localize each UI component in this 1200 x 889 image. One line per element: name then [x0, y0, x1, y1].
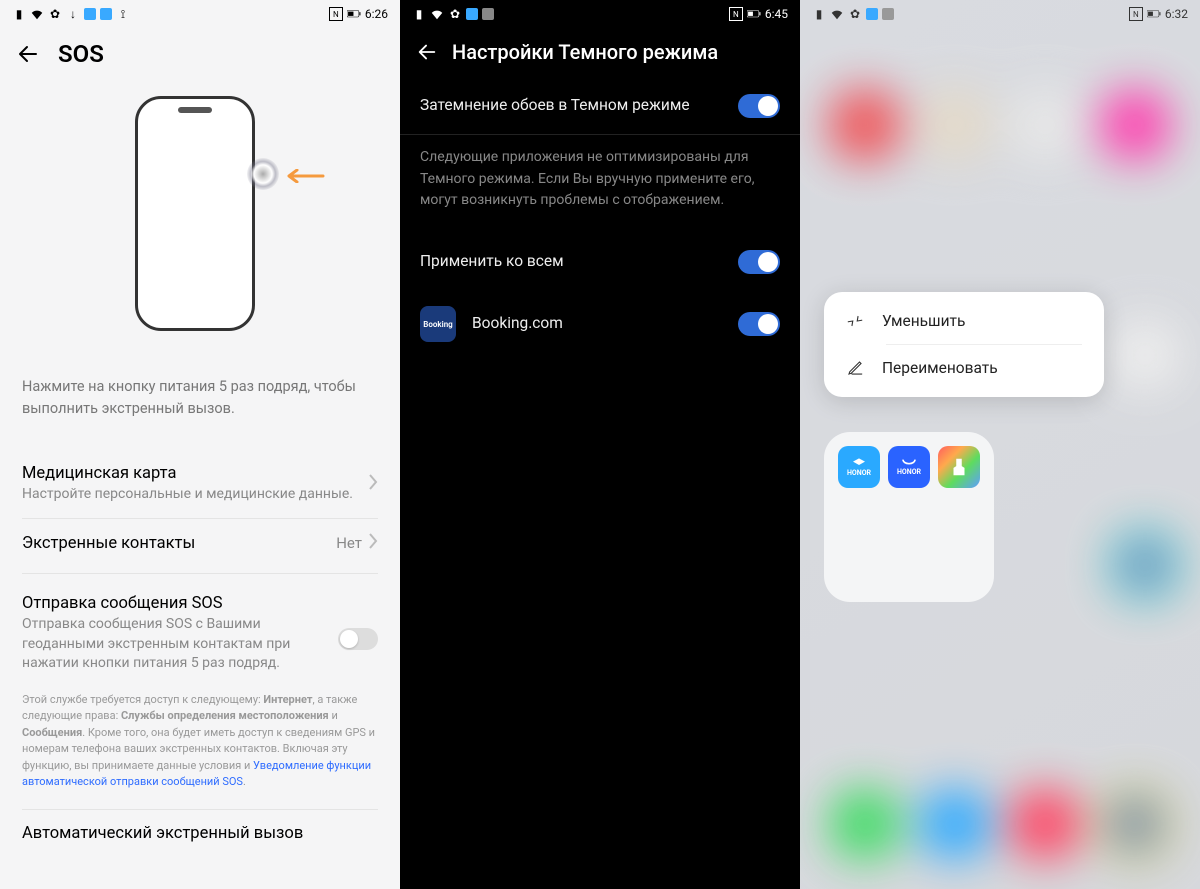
dim-wallpaper-row: Затемнение обоев в Темном режиме — [400, 78, 800, 134]
alert-icon: ▮ — [412, 7, 426, 21]
menu-rename[interactable]: Переименовать — [824, 345, 1104, 391]
medical-card-subtitle: Настройте персональные и медицинские дан… — [22, 485, 368, 505]
screen-home-folder: ▮ ✿ N 6:32 Уменьшить Переименовать — [800, 0, 1200, 889]
sos-send-subtitle: Отправка сообщения SOS с Вашими геоданны… — [22, 615, 338, 674]
clock: 6:45 — [765, 7, 788, 21]
nfc-icon: N — [1129, 7, 1143, 21]
header: Настройки Темного режима — [400, 28, 800, 78]
booking-app-icon: Booking — [420, 306, 456, 342]
auto-emergency-title: Автоматический экстренный вызов — [22, 824, 378, 843]
apply-all-label: Применить ко всем — [420, 251, 564, 273]
apply-all-toggle[interactable] — [738, 250, 780, 274]
sos-send-title: Отправка сообщения SOS — [22, 594, 338, 613]
menu-rename-label: Переименовать — [882, 359, 998, 377]
themes-app-icon[interactable] — [938, 446, 980, 488]
emergency-contacts-value: Нет — [336, 534, 362, 552]
medical-card-row[interactable]: Медицинская карта Настройте персональные… — [0, 450, 400, 519]
back-arrow-icon[interactable] — [16, 42, 40, 66]
booking-toggle[interactable] — [738, 312, 780, 336]
screen-sos: ▮ ✿ ↓ ⟟ N 6:26 SOS Нажмите на кнопку пит… — [0, 0, 400, 889]
menu-shrink-label: Уменьшить — [882, 312, 965, 330]
folder-context-menu: Уменьшить Переименовать — [824, 292, 1104, 397]
alert-icon: ▮ — [12, 7, 26, 21]
shrink-icon — [846, 312, 864, 330]
clock: 6:32 — [1165, 7, 1188, 21]
page-title: Настройки Темного режима — [452, 40, 718, 64]
nfc-icon: N — [729, 7, 743, 21]
phone-illustration — [135, 96, 265, 336]
battery-icon — [347, 7, 361, 21]
screen-dark-mode: ▮ ✿ N 6:45 Настройки Темного режима Зате… — [400, 0, 800, 889]
alert-icon: ▮ — [812, 7, 826, 21]
app1-icon — [466, 8, 478, 20]
wifi-icon — [830, 7, 844, 21]
honor-app-1-icon[interactable]: HONOR — [838, 446, 880, 488]
emergency-contacts-row[interactable]: Экстренные контакты Нет — [0, 519, 400, 567]
gear-icon: ✿ — [48, 7, 62, 21]
pencil-icon — [846, 359, 864, 377]
gear-icon: ✿ — [448, 7, 462, 21]
chevron-right-icon — [368, 474, 378, 494]
location-icon: ⟟ — [116, 7, 130, 21]
back-arrow-icon[interactable] — [416, 41, 438, 63]
app1-icon — [866, 8, 878, 20]
medical-card-title: Медицинская карта — [22, 464, 368, 483]
fine-print: Этой службе требуется доступ к следующем… — [0, 688, 400, 809]
app2-icon — [100, 8, 112, 20]
page-title: SOS — [58, 40, 104, 68]
download-icon: ↓ — [66, 7, 80, 21]
nfc-icon: N — [329, 7, 343, 21]
wifi-icon — [430, 7, 444, 21]
app2-icon — [882, 8, 894, 20]
emergency-contacts-title: Экстренные контакты — [22, 534, 336, 553]
clock: 6:26 — [365, 7, 388, 21]
honor-app-2-icon[interactable]: HONOR — [888, 446, 930, 488]
app2-icon — [482, 8, 494, 20]
menu-shrink[interactable]: Уменьшить — [824, 298, 1104, 344]
status-bar: ▮ ✿ N 6:45 — [400, 0, 800, 28]
wifi-icon — [30, 7, 44, 21]
app-folder[interactable]: HONOR HONOR — [824, 432, 994, 602]
instruction-text: Нажмите на кнопку питания 5 раз подряд, … — [0, 376, 400, 420]
auto-emergency-row[interactable]: Автоматический экстренный вызов — [0, 810, 400, 857]
dim-wallpaper-toggle[interactable] — [738, 94, 780, 118]
dim-wallpaper-label: Затемнение обоев в Темном режиме — [420, 95, 690, 117]
app-row-booking: Booking Booking.com — [400, 290, 800, 358]
battery-icon — [747, 7, 761, 21]
header: SOS — [0, 28, 400, 76]
apps-description: Следующие приложения не оптимизированы д… — [400, 134, 800, 234]
battery-icon — [1147, 7, 1161, 21]
apply-all-row: Применить ко всем — [400, 234, 800, 290]
status-bar: ▮ ✿ ↓ ⟟ N 6:26 — [0, 0, 400, 28]
sos-send-row: Отправка сообщения SOS Отправка сообщени… — [0, 580, 400, 688]
sos-send-toggle[interactable] — [338, 628, 378, 650]
app1-icon — [84, 8, 96, 20]
chevron-right-icon — [368, 533, 378, 553]
status-bar: ▮ ✿ N 6:32 — [800, 0, 1200, 28]
app-name: Booking.com — [472, 313, 724, 335]
gear-icon: ✿ — [848, 7, 862, 21]
